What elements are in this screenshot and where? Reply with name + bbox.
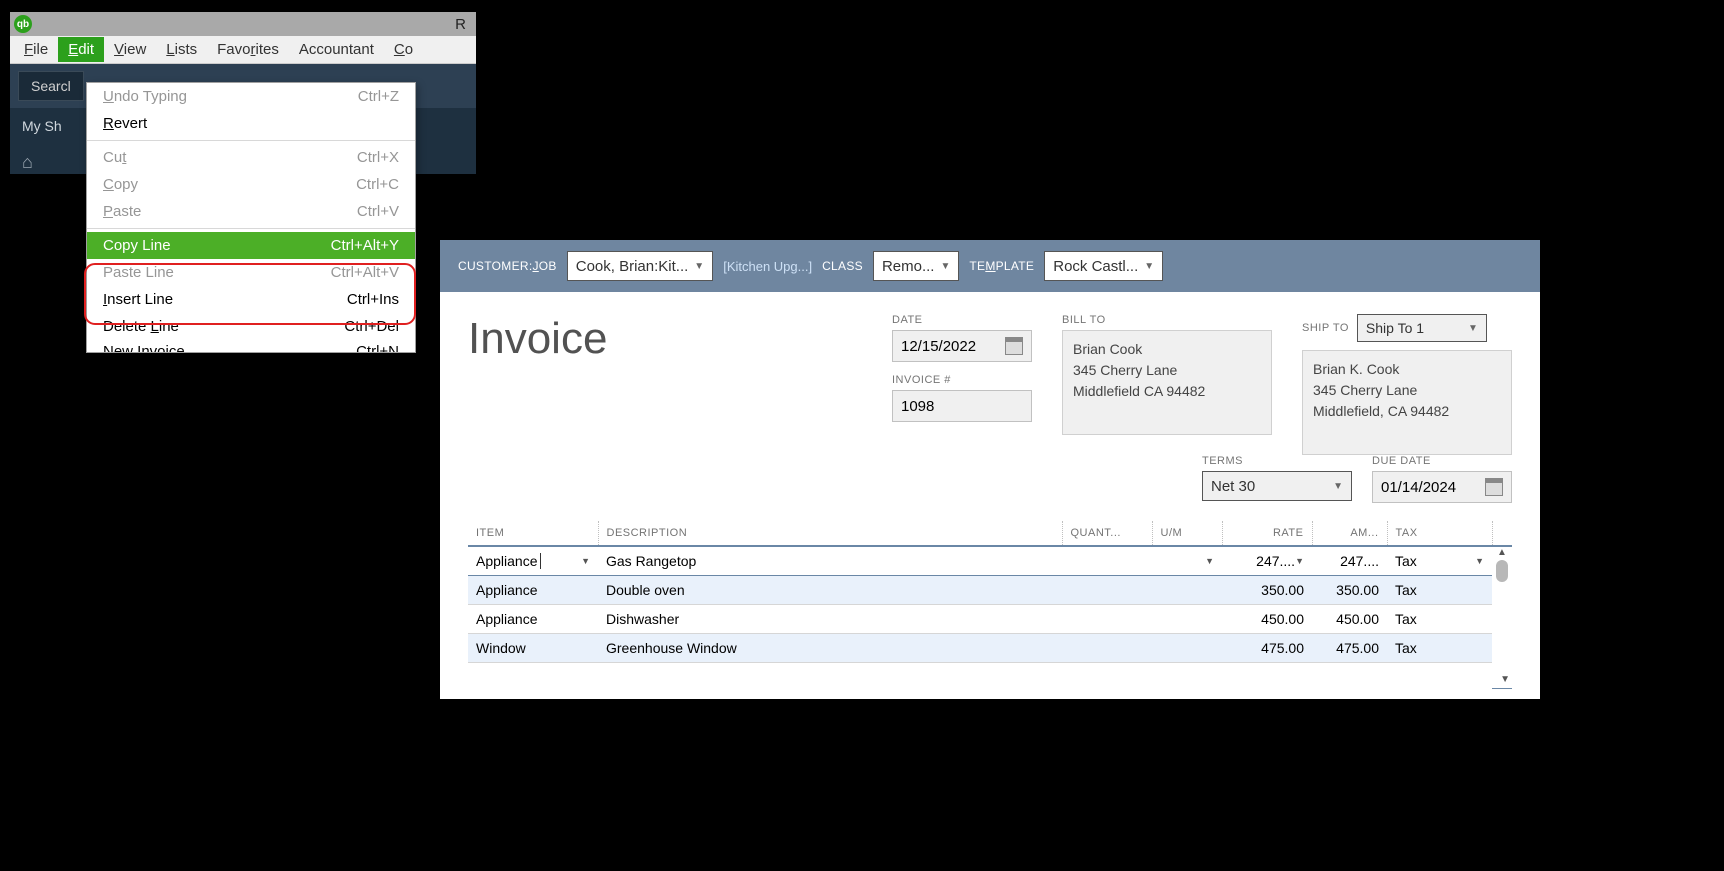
calendar-icon[interactable] bbox=[1485, 478, 1503, 496]
customer-job-combo[interactable]: Cook, Brian:Kit...▼ bbox=[567, 251, 713, 281]
job-link[interactable]: [Kitchen Upg...] bbox=[723, 259, 812, 274]
menu-accountant[interactable]: Accountant bbox=[289, 37, 384, 62]
menu-separator bbox=[87, 140, 415, 141]
menu-item-paste-line[interactable]: Paste Line Ctrl+Alt+V bbox=[87, 259, 415, 286]
col-um[interactable]: U/M bbox=[1152, 521, 1222, 546]
table-row[interactable]: Appliance▼ Gas Rangetop ▼ 247....▼ 247..… bbox=[468, 546, 1512, 576]
table-row[interactable]: ▼ bbox=[468, 663, 1512, 689]
menu-view[interactable]: View bbox=[104, 37, 156, 62]
due-date-field[interactable]: 01/14/2024 bbox=[1372, 471, 1512, 503]
class-combo[interactable]: Remo...▼ bbox=[873, 251, 959, 281]
menu-item-copy-line[interactable]: Copy Line Ctrl+Alt+Y bbox=[87, 232, 415, 259]
menu-item-new-invoice[interactable]: New Invoice Ctrl+N bbox=[87, 340, 415, 352]
terms-row: TERMS Net 30▼ DUE DATE 01/14/2024 bbox=[468, 455, 1512, 503]
template-label: TEMPLATE bbox=[969, 259, 1034, 273]
ship-to-label: SHIP TO bbox=[1302, 322, 1349, 334]
col-rate[interactable]: RATE bbox=[1222, 521, 1312, 546]
qb-logo-icon: qb bbox=[14, 15, 32, 33]
menu-separator bbox=[87, 228, 415, 229]
menu-item-paste[interactable]: Paste Ctrl+V bbox=[87, 198, 415, 225]
menu-item-copy[interactable]: Copy Ctrl+C bbox=[87, 171, 415, 198]
due-date-label: DUE DATE bbox=[1372, 455, 1512, 467]
bill-to-address[interactable]: Brian Cook 345 Cherry Lane Middlefield C… bbox=[1062, 330, 1272, 435]
menu-item-delete-line[interactable]: Delete Line Ctrl+Del bbox=[87, 313, 415, 340]
menu-company[interactable]: Co bbox=[384, 37, 423, 62]
table-row[interactable]: Window Greenhouse Window 475.00 475.00 T… bbox=[468, 634, 1512, 663]
invoice-body: Invoice DATE 12/15/2022 INVOICE # 1098 B… bbox=[440, 292, 1540, 699]
date-label: DATE bbox=[892, 314, 1032, 326]
invoice-num-label: INVOICE # bbox=[892, 374, 1032, 386]
menu-file[interactable]: File bbox=[14, 37, 58, 62]
col-amount[interactable]: AM... bbox=[1312, 521, 1387, 546]
table-row[interactable]: Appliance Double oven 350.00 350.00 Tax bbox=[468, 576, 1512, 605]
invoice-title: Invoice bbox=[468, 314, 862, 364]
menu-favorites[interactable]: Favorites bbox=[207, 37, 289, 62]
invoice-panel: CUSTOMER:JOB Cook, Brian:Kit...▼ [Kitche… bbox=[440, 240, 1540, 699]
terms-combo[interactable]: Net 30▼ bbox=[1202, 471, 1352, 501]
terms-label: TERMS bbox=[1202, 455, 1352, 467]
titlebar: qb R bbox=[10, 12, 476, 36]
template-combo[interactable]: Rock Castl...▼ bbox=[1044, 251, 1163, 281]
col-item[interactable]: ITEM bbox=[468, 521, 598, 546]
menubar: File Edit View Lists Favorites Accountan… bbox=[10, 36, 476, 64]
col-description[interactable]: DESCRIPTION bbox=[598, 521, 1062, 546]
chevron-down-icon[interactable]: ▼ bbox=[1205, 556, 1214, 566]
table-header-row: ITEM DESCRIPTION QUANT... U/M RATE AM...… bbox=[468, 521, 1512, 546]
menu-item-undo[interactable]: Undo Typing Ctrl+Z bbox=[87, 83, 415, 110]
invoice-num-field[interactable]: 1098 bbox=[892, 390, 1032, 422]
menu-edit[interactable]: Edit bbox=[58, 37, 104, 62]
chevron-down-icon[interactable]: ▼ bbox=[581, 556, 590, 566]
menu-item-cut[interactable]: Cut Ctrl+X bbox=[87, 144, 415, 171]
edit-menu-dropdown: Undo Typing Ctrl+Z Revert Cut Ctrl+X Cop… bbox=[86, 82, 416, 353]
calendar-icon[interactable] bbox=[1005, 337, 1023, 355]
class-label: CLASS bbox=[822, 259, 863, 273]
window-title: R bbox=[36, 16, 472, 33]
customer-job-label: CUSTOMER:JOB bbox=[458, 259, 557, 273]
menu-lists[interactable]: Lists bbox=[156, 37, 207, 62]
scroll-up-icon[interactable]: ▲ bbox=[1492, 547, 1512, 558]
menu-item-insert-line[interactable]: Insert Line Ctrl+Ins bbox=[87, 286, 415, 313]
scroll-down-icon[interactable]: ▼ bbox=[1500, 674, 1510, 685]
date-field[interactable]: 12/15/2022 bbox=[892, 330, 1032, 362]
scrollbar-thumb[interactable] bbox=[1496, 560, 1508, 582]
menu-item-revert[interactable]: Revert bbox=[87, 110, 415, 137]
ship-to-combo[interactable]: Ship To 1▼ bbox=[1357, 314, 1487, 342]
col-quantity[interactable]: QUANT... bbox=[1062, 521, 1152, 546]
ship-to-address[interactable]: Brian K. Cook 345 Cherry Lane Middlefiel… bbox=[1302, 350, 1512, 455]
bill-to-label: BILL TO bbox=[1062, 314, 1272, 326]
chevron-down-icon[interactable]: ▼ bbox=[1475, 556, 1484, 566]
invoice-header-bar: CUSTOMER:JOB Cook, Brian:Kit...▼ [Kitche… bbox=[440, 240, 1540, 292]
invoice-line-table: ITEM DESCRIPTION QUANT... U/M RATE AM...… bbox=[468, 521, 1512, 689]
col-tax[interactable]: TAX bbox=[1387, 521, 1492, 546]
search-button[interactable]: Searcl bbox=[18, 71, 84, 101]
table-row[interactable]: Appliance Dishwasher 450.00 450.00 Tax bbox=[468, 605, 1512, 634]
chevron-down-icon[interactable]: ▼ bbox=[1295, 556, 1304, 566]
